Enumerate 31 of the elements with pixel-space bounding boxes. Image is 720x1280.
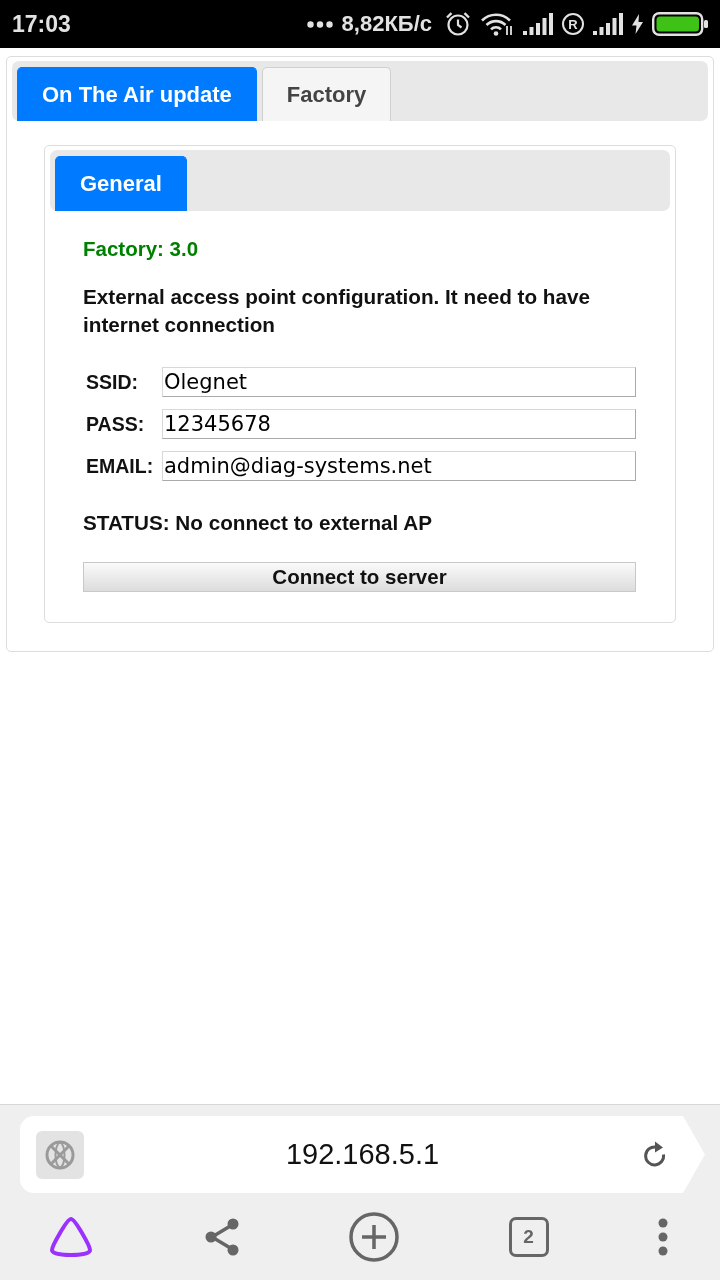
signal-bars-icon — [523, 13, 553, 35]
more-dots-icon — [306, 20, 333, 28]
network-speed: 8,82КБ/с — [341, 11, 432, 37]
tab[interactable]: General — [55, 156, 187, 211]
battery-icon — [652, 12, 708, 36]
roaming-indicator: R — [562, 13, 584, 35]
clock-time: 17:03 — [12, 10, 71, 38]
tab[interactable]: Factory — [261, 67, 392, 121]
share-icon[interactable] — [203, 1216, 240, 1257]
field-label: PASS: — [85, 412, 146, 436]
field-label: EMAIL: — [85, 454, 155, 478]
input-field[interactable]: Olegnet — [162, 367, 636, 397]
charging-bolt-icon — [632, 14, 643, 34]
tabs-count-button[interactable]: 2 — [508, 1216, 549, 1257]
description-text: External access point configuration. It need to have internet connection — [83, 284, 591, 338]
alarm-clock-icon — [445, 11, 471, 37]
tab[interactable]: On The Air update — [17, 67, 257, 121]
status-text: STATUS: No connect to external AP — [83, 510, 434, 536]
input-field[interactable]: admin@diag-systems.net — [162, 451, 636, 481]
address-bar[interactable]: 192.168.5.1 — [20, 1116, 705, 1193]
connect-button[interactable]: Connect to server — [83, 562, 636, 592]
version-text: Factory: 3.0 — [83, 236, 200, 262]
url-text[interactable]: 192.168.5.1 — [84, 1138, 641, 1171]
assistant-triangle-icon[interactable] — [48, 1215, 94, 1258]
wifi-icon — [480, 12, 514, 36]
blocked-globe-icon[interactable] — [36, 1130, 84, 1179]
add-tab-icon[interactable] — [349, 1211, 399, 1262]
more-menu-icon[interactable] — [658, 1217, 668, 1256]
input-field[interactable]: 12345678 — [162, 409, 636, 439]
field-label: SSID: — [85, 370, 139, 394]
signal-bars-icon — [593, 13, 623, 35]
